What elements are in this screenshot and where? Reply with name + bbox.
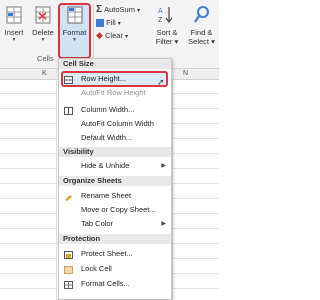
menu-item-lock-cell[interactable]: Lock Cell: [59, 262, 171, 276]
delete-label: Delete: [32, 28, 54, 37]
sort-filter-button[interactable]: A Z Sort & Filter ▾: [152, 4, 182, 46]
chevron-down-icon: ▾: [12, 37, 16, 43]
protect-sheet-icon: [64, 250, 73, 259]
column-header-k[interactable]: K: [42, 70, 47, 77]
submenu-arrow-icon: ▶: [161, 163, 166, 169]
fill-label: Fill: [106, 18, 116, 27]
svg-text:A: A: [158, 8, 163, 15]
group-divider: [93, 4, 94, 62]
format-button[interactable]: Format ▾: [60, 4, 89, 44]
rename-sheet-icon: [64, 192, 73, 201]
fill-button[interactable]: Fill ▾: [96, 17, 121, 30]
autofit-column-width-label: AutoFit Column Width: [81, 119, 154, 128]
magnifier-icon: [193, 6, 209, 23]
rename-sheet-label: Rename Sheet: [81, 191, 132, 200]
cell-size-header: Cell Size: [59, 59, 171, 69]
autosum-label: AutoSum: [104, 5, 135, 14]
format-cells-icon: [67, 6, 82, 24]
lock-cell-label: Lock Cell: [81, 264, 112, 273]
submenu-arrow-icon: ▶: [161, 221, 166, 227]
cells-group-label: Cells: [37, 54, 54, 63]
organize-sheets-header: Organize Sheets: [59, 176, 171, 186]
menu-item-row-height[interactable]: Row Height... ➚: [59, 72, 171, 87]
menu-item-default-width[interactable]: Default Width...: [59, 131, 171, 145]
clear-button[interactable]: ◆ Clear ▾: [96, 30, 128, 43]
chevron-down-icon: ▾: [117, 21, 121, 27]
find-select-button[interactable]: Find & Select ▾: [186, 4, 217, 46]
menu-item-autofit-row-height[interactable]: AutoFit Row Height: [59, 86, 171, 100]
row-height-label: Row Height...: [81, 74, 127, 83]
protect-sheet-label: Protect Sheet...: [81, 249, 133, 258]
format-dropdown-menu: Cell Size Row Height... ➚ AutoFit Row He…: [58, 58, 172, 300]
chevron-down-icon: ▾: [41, 37, 45, 43]
autosum-button[interactable]: Σ AutoSum ▾: [96, 4, 140, 17]
menu-item-tab-color[interactable]: Tab Color ▶: [59, 217, 171, 231]
menu-item-move-copy-sheet[interactable]: Move or Copy Sheet...: [59, 203, 171, 217]
menu-item-hide-unhide[interactable]: Hide & Unhide ▶: [59, 159, 171, 173]
clear-label: Clear: [105, 31, 123, 40]
menu-item-column-width[interactable]: Column Width...: [59, 103, 171, 117]
chevron-down-icon: ▾: [72, 37, 76, 43]
column-width-icon: [64, 106, 73, 115]
grid-line: [56, 79, 57, 300]
sort-filter-icon: A Z: [158, 7, 173, 24]
visibility-header: Visibility: [59, 147, 171, 157]
insert-button[interactable]: Insert ▾: [2, 4, 26, 44]
find-select-label-text: Select: [188, 37, 209, 46]
menu-item-format-cells[interactable]: Format Cells...: [59, 277, 171, 291]
menu-item-autofit-column-width[interactable]: AutoFit Column Width: [59, 117, 171, 131]
format-cells-label: Format Cells...: [81, 279, 130, 288]
insert-cells-icon: [6, 6, 22, 24]
format-cells-icon: [64, 280, 73, 289]
menu-item-protect-sheet[interactable]: Protect Sheet...: [59, 247, 171, 261]
hide-unhide-label: Hide & Unhide: [81, 161, 130, 170]
find-select-label-2: Select ▾: [188, 37, 215, 46]
lock-cell-icon: [64, 265, 73, 274]
sort-filter-label-text: Filter: [155, 37, 173, 46]
column-width-label: Column Width...: [81, 105, 135, 114]
move-copy-sheet-label: Move or Copy Sheet...: [81, 205, 156, 214]
chevron-down-icon: ▾: [125, 34, 129, 40]
find-select-label: Find &: [190, 28, 213, 37]
column-header-n[interactable]: N: [183, 70, 188, 77]
insert-label: Insert: [4, 28, 24, 37]
grid-line: [172, 79, 173, 300]
fill-down-icon: [96, 19, 104, 28]
sort-filter-label-2: Filter ▾: [155, 37, 179, 46]
chevron-down-icon: ▾: [137, 8, 141, 14]
menu-item-rename-sheet[interactable]: Rename Sheet: [59, 189, 171, 203]
sigma-icon: Σ: [96, 4, 103, 15]
delete-cells-icon: [35, 6, 51, 24]
default-width-label: Default Width...: [81, 133, 133, 142]
sort-filter-label: Sort &: [156, 28, 178, 37]
eraser-icon: ◆: [96, 30, 103, 40]
autofit-row-height-label: AutoFit Row Height: [81, 88, 146, 97]
tab-color-label: Tab Color: [81, 219, 114, 228]
svg-text:Z: Z: [158, 17, 163, 24]
row-height-icon: [64, 75, 73, 84]
delete-button[interactable]: Delete ▾: [30, 4, 56, 44]
protection-header: Protection: [59, 234, 171, 244]
format-label: Format: [62, 28, 87, 37]
